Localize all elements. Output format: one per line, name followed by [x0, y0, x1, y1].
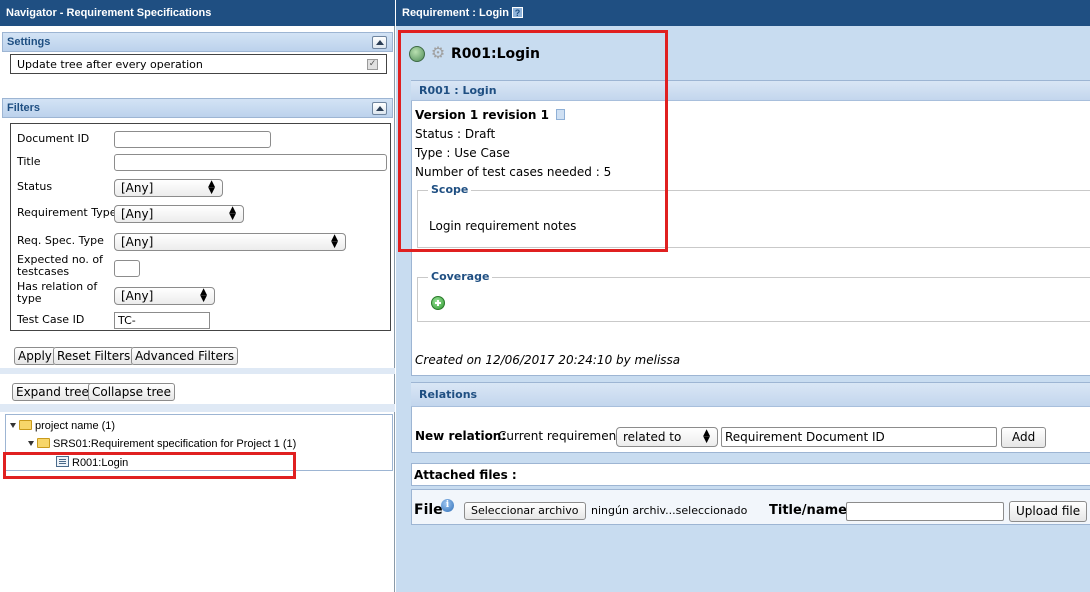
upload-file-button[interactable]: Upload file	[1009, 501, 1088, 522]
collapse-tree-button[interactable]: Collapse tree	[88, 383, 175, 401]
title-label: Title	[17, 155, 41, 168]
requirement-title-bar: Requirement : Login ?	[396, 0, 1090, 26]
select-arrows-icon: ▲ ▼	[703, 428, 710, 445]
apply-button[interactable]: Apply	[14, 347, 56, 365]
divider	[0, 404, 395, 412]
no-file-text: ningún archiv...seleccionado	[591, 504, 748, 517]
status-select-value: [Any]	[121, 181, 154, 195]
relation-type-select[interactable]: related to ▲ ▼	[616, 427, 718, 447]
relations-panel: Relations New relation: Current requirem…	[411, 382, 1090, 453]
navigator-title: Navigator - Requirement Specifications	[0, 0, 395, 26]
title-name-label: Title/name:	[769, 503, 853, 518]
has-relation-label: Has relation of type	[17, 281, 97, 305]
divider	[0, 368, 395, 374]
tree-node-project[interactable]: project name (1)	[10, 420, 115, 432]
info-icon[interactable]: i	[441, 499, 454, 512]
folder-icon	[37, 438, 50, 448]
document-id-input[interactable]	[114, 131, 271, 148]
update-tree-label: Update tree after every operation	[17, 58, 203, 71]
filters-header-label: Filters	[7, 102, 41, 114]
test-case-id-input[interactable]: TC-	[114, 312, 210, 329]
document-id-label: Document ID	[17, 132, 90, 145]
test-case-id-label: Test Case ID	[17, 313, 85, 326]
reset-filters-button[interactable]: Reset Filters	[53, 347, 135, 365]
req-type-label: Requirement Type	[17, 206, 117, 219]
select-arrows-icon: ▲ ▼	[200, 287, 207, 304]
expected-tc-label-line2: testcases	[17, 265, 70, 278]
settings-box: Update tree after every operation ✓	[10, 54, 387, 74]
expand-triangle-icon[interactable]	[28, 441, 34, 446]
req-spec-type-select-value: [Any]	[121, 235, 154, 249]
tree-node-spec[interactable]: SRS01:Requirement specification for Proj…	[28, 438, 296, 450]
tree-node-project-label: project name (1)	[35, 420, 116, 432]
requirement-title: Requirement : Login	[402, 7, 509, 19]
title-name-input[interactable]	[846, 502, 1004, 521]
update-tree-checkbox[interactable]: ✓	[367, 59, 378, 70]
file-label: File	[414, 502, 443, 518]
title-input[interactable]	[114, 154, 387, 171]
expected-tc-input[interactable]	[114, 260, 140, 277]
settings-header-label: Settings	[7, 36, 51, 48]
attached-files-header: Attached files :	[411, 463, 1090, 486]
help-icon[interactable]: ?	[512, 7, 524, 18]
filters-header[interactable]: Filters	[2, 98, 393, 118]
doc-id-input[interactable]: Requirement Document ID	[721, 427, 997, 447]
choose-file-button[interactable]: Seleccionar archivo	[464, 502, 586, 520]
req-spec-type-select[interactable]: [Any] ▲ ▼	[114, 233, 346, 251]
highlight-rect-details	[398, 30, 668, 252]
select-arrows-icon: ▲ ▼	[229, 205, 236, 222]
has-relation-label-line2: type	[17, 292, 42, 305]
status-select[interactable]: [Any] ▲ ▼	[114, 179, 223, 197]
created-text: Created on 12/06/2017 20:24:10 by meliss…	[415, 353, 681, 367]
expand-tree-button[interactable]: Expand tree	[12, 383, 93, 401]
filters-collapse-icon[interactable]	[372, 102, 387, 115]
req-type-select[interactable]: [Any] ▲ ▼	[114, 205, 244, 223]
req-type-select-value: [Any]	[121, 207, 154, 221]
settings-header[interactable]: Settings	[2, 32, 393, 52]
folder-icon	[19, 420, 32, 430]
coverage-legend: Coverage	[428, 270, 493, 283]
expand-triangle-icon[interactable]	[10, 423, 16, 428]
coverage-fieldset: Coverage	[417, 270, 1090, 322]
status-label: Status	[17, 180, 53, 193]
select-arrows-icon: ▲ ▼	[208, 179, 215, 196]
req-spec-type-label: Req. Spec. Type	[17, 234, 104, 247]
current-requirement-label: Current requirement	[498, 429, 621, 443]
select-arrows-icon: ▲ ▼	[331, 233, 338, 250]
requirement-panel: Requirement : Login ? ⚙ R001:Login R001 …	[396, 0, 1090, 592]
attached-files-label: Attached files :	[414, 468, 517, 482]
tree-node-spec-label: SRS01:Requirement specification for Proj…	[53, 438, 297, 450]
add-relation-button[interactable]: Add	[1001, 427, 1047, 448]
filters-box: Document ID Title Status [Any] ▲ ▼ Requir…	[10, 123, 391, 331]
expected-tc-label: Expected no. of testcases	[17, 254, 103, 278]
relations-header: Relations	[411, 383, 1090, 407]
has-relation-select[interactable]: [Any] ▲ ▼	[114, 287, 215, 305]
upload-row: File i Seleccionar archivo ningún archiv…	[411, 489, 1090, 525]
new-relation-label: New relation:	[415, 429, 507, 443]
relation-type-value: related to	[623, 430, 682, 444]
has-relation-select-value: [Any]	[121, 289, 154, 303]
highlight-rect-tree	[3, 452, 296, 479]
navigator-panel: Navigator - Requirement Specifications S…	[0, 0, 395, 592]
add-coverage-icon[interactable]	[431, 296, 445, 310]
advanced-filters-button[interactable]: Advanced Filters	[131, 347, 239, 365]
settings-collapse-icon[interactable]	[372, 36, 387, 49]
